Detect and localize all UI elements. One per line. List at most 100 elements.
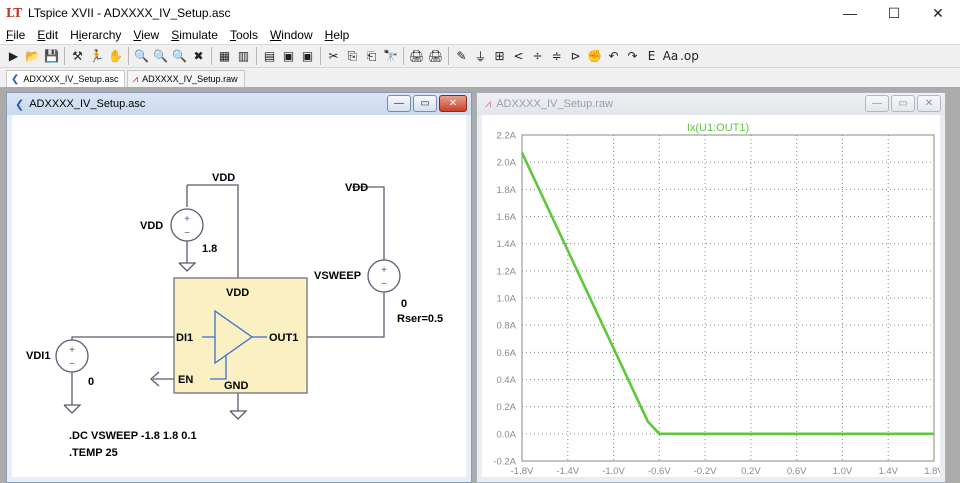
x-axis-ticks: -1.8V -1.4V -1.0V -0.6V -0.2V 0.2V 0.6V 1.0V 1.4… <box>511 466 940 477</box>
toolbar-button-5-3[interactable]: 🔭 <box>381 47 400 66</box>
toolbar-button-7-10[interactable]: E <box>642 47 661 66</box>
toolbar-button-1-2[interactable]: ✋ <box>106 47 125 66</box>
toolbar-button-5-2[interactable]: ⎗ <box>362 47 381 66</box>
menu-tools[interactable]: Tools <box>224 28 264 42</box>
toolbar-button-4-1[interactable]: ▣ <box>279 47 298 66</box>
maximize-button[interactable]: ☐ <box>872 0 916 26</box>
toolbar-button-3-0[interactable]: ▦ <box>215 47 234 66</box>
doc-tab-label: ADXXXX_IV_Setup.asc <box>23 74 119 84</box>
toolbar-separator <box>320 47 321 65</box>
y-tick-label: 0.6A <box>496 348 516 359</box>
toolbar-button-5-0[interactable]: ✂ <box>324 47 343 66</box>
menu-edit[interactable]: Edit <box>31 28 64 42</box>
toolbar-button-7-4[interactable]: ÷ <box>528 47 547 66</box>
toolbar-button-4-0[interactable]: ▤ <box>260 47 279 66</box>
menu-window[interactable]: Window <box>264 28 319 42</box>
x-tick-label: 1.0V <box>833 466 853 477</box>
toolbar-button-6-0[interactable]: 🖨 <box>407 47 426 66</box>
schematic-window[interactable]: ❮ ADXXXX_IV_Setup.asc — ▭ ✕ + − + − + − … <box>6 92 472 483</box>
toolbar-button-7-1[interactable]: ⏚ <box>471 47 490 66</box>
y-tick-label: 1.4A <box>496 239 516 250</box>
toolbar-button-7-0[interactable]: ✎ <box>452 47 471 66</box>
y-tick-label: 0.8A <box>496 321 516 332</box>
schematic-restore-button[interactable]: ▭ <box>413 95 437 112</box>
schematic-window-title-bar[interactable]: ❮ ADXXXX_IV_Setup.asc — ▭ ✕ <box>7 93 471 115</box>
toolbar-separator <box>211 47 212 65</box>
menu-text: elp <box>333 28 350 42</box>
toolbar-button-1-1[interactable]: 🏃 <box>87 47 106 66</box>
toolbar-button-7-11[interactable]: Aa <box>661 47 680 66</box>
label-chip-di1: DI1 <box>176 332 193 344</box>
menu-text: erarchy <box>81 28 122 42</box>
toolbar-button-0-0[interactable]: ▶ <box>4 47 23 66</box>
waveform-window-title-bar[interactable]: ⩘ ADXXXX_IV_Setup.raw — ▭ ✕ <box>477 93 945 115</box>
menu-simulate[interactable]: Simulate <box>165 28 224 42</box>
x-tick-label: -0.2V <box>694 466 717 477</box>
waveform-plot-area[interactable]: 2.2A 2.0A 1.8A 1.6A 1.4A 1.2A 1.0A 0.8A 0.6A 0.4A… <box>482 115 940 477</box>
ground-vdd-symbol <box>178 262 197 272</box>
schematic-icon: ❮ <box>15 98 25 111</box>
toolbar-button-3-1[interactable]: ▥ <box>234 47 253 66</box>
toolbar-button-7-6[interactable]: ⊳ <box>566 47 585 66</box>
x-tick-label: -1.0V <box>602 466 625 477</box>
toolbar-button-6-1[interactable]: 🖨 <box>426 47 445 66</box>
y-tick-label: 1.8A <box>496 185 516 196</box>
schematic-minimize-button[interactable]: — <box>387 95 411 112</box>
wire-vsweep-out1 <box>307 292 385 338</box>
toolbar-button-0-1[interactable]: 📂 <box>23 47 42 66</box>
toolbar-button-7-3[interactable]: < <box>509 47 528 66</box>
waveform-icon: ⩘ <box>132 73 139 85</box>
label-vsweep-value: 0 <box>401 298 407 310</box>
spice-dc-directive[interactable]: .DC VSWEEP -1.8 1.8 0.1 <box>69 430 197 442</box>
toolbar-button-7-7[interactable]: ✊ <box>585 47 604 66</box>
label-vdd-source: VDD <box>140 220 163 232</box>
y-tick-label: 2.2A <box>496 131 516 142</box>
waveform-close-button[interactable]: ✕ <box>917 95 941 112</box>
trace-label[interactable]: Ix(U1:OUT1) <box>687 122 749 134</box>
ground-chip-symbol <box>229 410 248 420</box>
toolbar-button-7-9[interactable]: ↷ <box>623 47 642 66</box>
ground-vdi1-symbol <box>63 404 82 414</box>
menu-hierarchy[interactable]: Hierarchy <box>64 28 127 42</box>
menu-view[interactable]: View <box>127 28 165 42</box>
doc-tab-0[interactable]: ❮ ADXXXX_IV_Setup.asc <box>6 70 126 87</box>
doc-tab-label: ADXXXX_IV_Setup.raw <box>142 74 238 84</box>
schematic-close-button[interactable]: ✕ <box>439 95 467 112</box>
window-title: LTspice XVII - ADXXXX_IV_Setup.asc <box>28 6 231 20</box>
toolbar-button-7-8[interactable]: ↶ <box>604 47 623 66</box>
waveform-window[interactable]: ⩘ ADXXXX_IV_Setup.raw — ▭ ✕ 2.2A 2.0A 1.8A… <box>476 92 946 483</box>
waveform-window-title: ADXXXX_IV_Setup.raw <box>496 98 614 110</box>
toolbar-separator <box>403 47 404 65</box>
waveform-icon: ⩘ <box>485 97 492 110</box>
spice-temp-directive[interactable]: .TEMP 25 <box>69 447 118 459</box>
doc-tab-1[interactable]: ⩘ ADXXXX_IV_Setup.raw <box>127 70 245 87</box>
toolbar-button-4-2[interactable]: ▣ <box>298 47 317 66</box>
menu-file[interactable]: File <box>0 28 31 42</box>
toolbar-button-7-12[interactable]: .op <box>680 47 699 66</box>
toolbar-separator <box>256 47 257 65</box>
menu-help[interactable]: Help <box>319 28 356 42</box>
waveform-minimize-button[interactable]: — <box>865 95 889 112</box>
toolbar-button-0-2[interactable]: 💾 <box>42 47 61 66</box>
x-tick-label: 0.6V <box>787 466 807 477</box>
x-tick-label: -1.4V <box>556 466 579 477</box>
schematic-canvas[interactable]: + − + − + − VDD VDD 1.8 VDD VSWEEP 0 Rse… <box>12 115 466 477</box>
ltspice-app: LT LTspice XVII - ADXXXX_IV_Setup.asc — … <box>0 0 960 483</box>
toolbar-button-2-3[interactable]: ✖ <box>189 47 208 66</box>
waveform-restore-button[interactable]: ▭ <box>891 95 915 112</box>
y-tick-label: 2.0A <box>496 158 516 169</box>
menu-text: ools <box>235 28 258 42</box>
x-tick-label: 1.8V <box>924 466 940 477</box>
toolbar-button-2-1[interactable]: 🔍 <box>151 47 170 66</box>
vdd-source-plus: + <box>184 214 190 225</box>
toolbar-button-5-1[interactable]: ⎘ <box>343 47 362 66</box>
toolbar-button-1-0[interactable]: ⚒ <box>68 47 87 66</box>
minimize-button[interactable]: — <box>828 0 872 26</box>
close-button[interactable]: ✕ <box>916 0 960 26</box>
window-controls: — ☐ ✕ <box>828 0 960 26</box>
x-tick-label: 0.2V <box>741 466 761 477</box>
toolbar-button-7-2[interactable]: ⊞ <box>490 47 509 66</box>
toolbar-button-2-0[interactable]: 🔍 <box>132 47 151 66</box>
toolbar-button-7-5[interactable]: ≑ <box>547 47 566 66</box>
toolbar-button-2-2[interactable]: 🔍 <box>170 47 189 66</box>
